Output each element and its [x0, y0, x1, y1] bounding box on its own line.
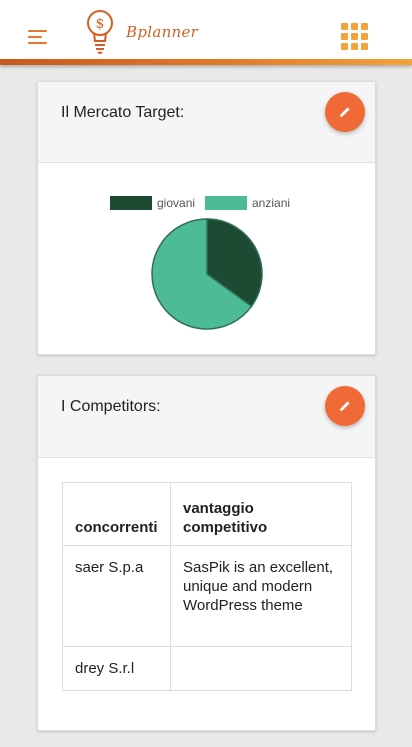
card-header: I Competitors: [38, 376, 375, 458]
table-cell [170, 646, 352, 691]
legend-swatch [110, 196, 152, 210]
pencil-icon [340, 401, 350, 411]
svg-text:$: $ [96, 16, 105, 32]
competitors-table: concorrenti vantaggio competitivo saer S… [62, 482, 352, 691]
legend-swatch [205, 196, 247, 210]
card-title: Il Mercato Target: [61, 104, 185, 121]
table-row: saer S.p.a SasPik is an excellent, uniqu… [62, 545, 352, 647]
header-accent-stripe [0, 59, 412, 65]
legend-label: giovani [157, 196, 196, 210]
column-header: vantaggio competitivo [170, 482, 352, 546]
table-cell: saer S.p.a [62, 545, 171, 647]
edit-button[interactable] [325, 92, 365, 132]
top-bar: $ Bplanner [0, 0, 412, 60]
table-row: drey S.r.l [62, 646, 352, 691]
pencil-icon [340, 107, 350, 117]
column-header: concorrenti [62, 482, 171, 546]
edit-button[interactable] [325, 386, 365, 426]
app-name: Bplanner [126, 23, 199, 41]
table-cell: drey S.r.l [62, 646, 171, 691]
card-title: I Competitors: [61, 398, 161, 415]
app-logo[interactable]: $ Bplanner [84, 8, 204, 56]
table-header-row: concorrenti vantaggio competitivo [62, 482, 352, 546]
competitors-card: I Competitors: concorrenti vantaggio com… [37, 375, 376, 731]
pie-chart [151, 218, 263, 330]
market-target-card: Il Mercato Target: giovani anziani [37, 81, 376, 355]
apps-grid-icon[interactable] [341, 23, 369, 51]
hamburger-menu-icon[interactable] [28, 30, 47, 46]
card-header: Il Mercato Target: [38, 82, 375, 163]
lightbulb-dollar-icon: $ [87, 10, 113, 54]
table-cell: SasPik is an excellent, unique and moder… [170, 545, 352, 647]
legend-label: anziani [252, 196, 291, 210]
